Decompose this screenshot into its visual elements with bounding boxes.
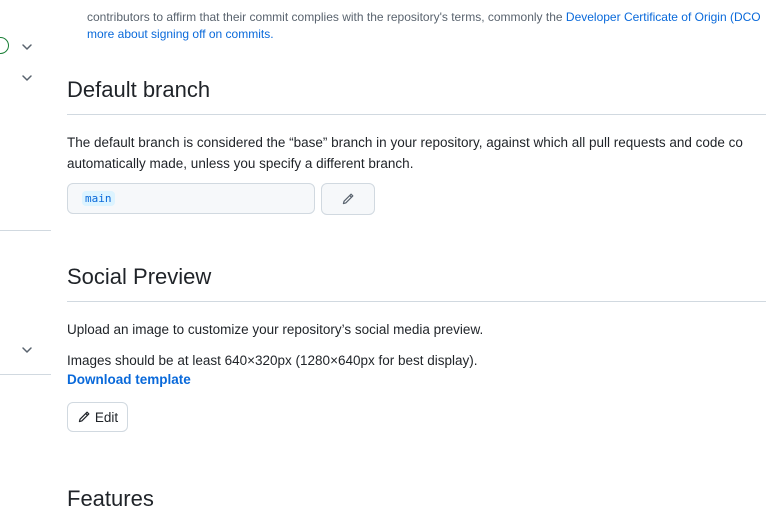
signoff-learn-more-link[interactable]: more about signing off on commits.	[87, 27, 274, 41]
rename-branch-button[interactable]	[321, 183, 375, 215]
download-template-link[interactable]: Download template	[67, 372, 191, 387]
signoff-text: contributors to affirm that their commit…	[87, 10, 566, 24]
default-branch-heading: Default branch	[67, 77, 211, 102]
signoff-description: contributors to affirm that their commit…	[87, 0, 766, 43]
default-branch-description: The default branch is considered the “ba…	[67, 132, 743, 174]
features-heading: Features	[67, 486, 154, 511]
social-preview-heading: Social Preview	[67, 264, 212, 289]
branch-name: main	[82, 191, 115, 206]
sidebar-divider	[0, 230, 51, 231]
pencil-icon	[78, 411, 90, 423]
chevron-down-icon[interactable]	[21, 72, 33, 84]
description-line: automatically made, unless you specify a…	[67, 156, 414, 171]
section-divider	[67, 301, 766, 302]
chevron-down-icon[interactable]	[21, 41, 33, 53]
dco-link[interactable]: Developer Certificate of Origin (DCO	[566, 10, 761, 24]
chevron-down-icon[interactable]	[21, 344, 33, 356]
edit-social-preview-button[interactable]: Edit	[67, 402, 128, 432]
pencil-icon	[342, 193, 354, 205]
social-preview-size-hint: Images should be at least 640×320px (128…	[67, 353, 478, 368]
social-preview-description: Upload an image to customize your reposi…	[67, 322, 484, 337]
edit-button-label: Edit	[94, 409, 119, 425]
sidebar-divider	[0, 374, 51, 375]
default-branch-field: main	[67, 183, 315, 214]
description-line: The default branch is considered the “ba…	[67, 135, 743, 150]
sidebar-status-icon	[0, 37, 9, 54]
sidebar	[0, 0, 52, 513]
section-divider	[67, 114, 766, 115]
